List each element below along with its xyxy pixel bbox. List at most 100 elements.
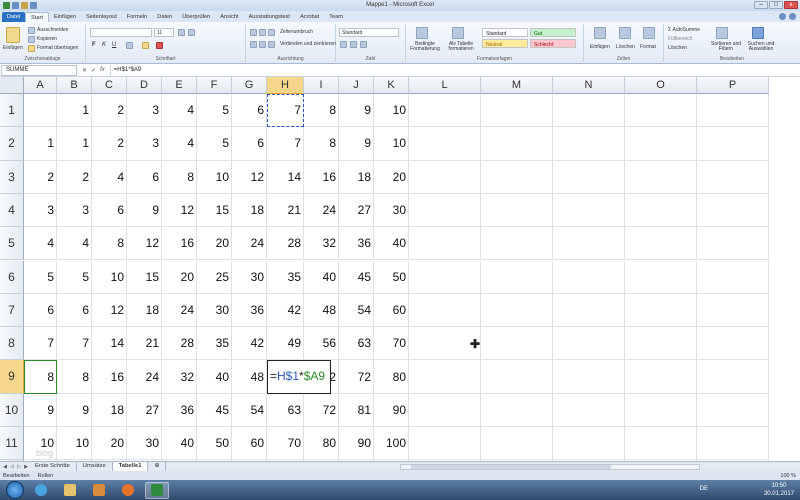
cell-a10[interactable]: 9 <box>24 393 57 427</box>
taskbar-firefox[interactable] <box>116 482 140 499</box>
cell-b5[interactable]: 4 <box>57 227 92 261</box>
column-header-h[interactable]: H <box>267 77 304 94</box>
cell-m10[interactable] <box>481 393 553 427</box>
tab-formulas[interactable]: Formeln <box>122 12 153 22</box>
row-header-1[interactable]: 1 <box>0 94 24 128</box>
next-sheet-icon[interactable]: ▷ <box>16 464 22 470</box>
cell-n3[interactable] <box>553 160 625 194</box>
cell-n11[interactable] <box>553 427 625 461</box>
cell-a3[interactable]: 2 <box>24 160 57 194</box>
tab-data[interactable]: Daten <box>152 12 177 22</box>
grow-font-icon[interactable] <box>178 29 185 36</box>
ribbon-minimize-icon[interactable] <box>789 13 796 20</box>
cell-g8[interactable]: 42 <box>232 327 267 361</box>
cell-b2[interactable]: 1 <box>57 127 92 161</box>
cell-a1[interactable] <box>24 94 57 128</box>
cell-g6[interactable]: 30 <box>232 260 267 294</box>
autosum-button[interactable]: Σ AutoSumme <box>668 27 700 33</box>
cell-e1[interactable]: 4 <box>162 94 197 128</box>
clear-button[interactable]: Löschen <box>668 45 687 51</box>
cell-k10[interactable]: 90 <box>374 393 409 427</box>
format-cells-button[interactable]: Format <box>640 44 656 50</box>
tab-page-layout[interactable]: Seitenlayout <box>81 12 122 22</box>
cell-b1[interactable]: 1 <box>57 94 92 128</box>
cell-i6[interactable]: 40 <box>304 260 339 294</box>
column-header-m[interactable]: M <box>481 77 553 94</box>
cell-f11[interactable]: 50 <box>197 427 232 461</box>
fill-button[interactable]: Füllbereich <box>668 36 692 42</box>
cell-j4[interactable]: 27 <box>339 193 374 228</box>
cell-e4[interactable]: 12 <box>162 193 197 228</box>
cell-c4[interactable]: 6 <box>92 193 127 228</box>
maximize-button[interactable]: □ <box>769 1 783 9</box>
cell-h6[interactable]: 35 <box>267 260 304 294</box>
cell-e2[interactable]: 4 <box>162 127 197 161</box>
cell-d8[interactable]: 21 <box>127 327 162 361</box>
align-right-icon[interactable] <box>268 41 275 48</box>
cell-i1[interactable]: 8 <box>304 94 339 128</box>
cell-b7[interactable]: 6 <box>57 293 92 328</box>
sheet-tab-umsaetze[interactable]: Umsätze <box>77 462 113 471</box>
cell-f3[interactable]: 10 <box>197 160 232 194</box>
style-neutral[interactable]: Neutral <box>482 39 528 48</box>
cell-j1[interactable]: 9 <box>339 94 374 128</box>
tab-start[interactable]: Start <box>25 12 49 22</box>
align-middle-icon[interactable] <box>259 29 266 36</box>
cell-e8[interactable]: 28 <box>162 327 197 361</box>
cell-f1[interactable]: 5 <box>197 94 232 128</box>
cell-d3[interactable]: 6 <box>127 160 162 194</box>
cell-h8[interactable]: 49 <box>267 327 304 361</box>
cell-d1[interactable]: 3 <box>127 94 162 128</box>
cell-g1[interactable]: 6 <box>232 94 267 128</box>
cell-j8[interactable]: 63 <box>339 327 374 361</box>
cell-a5[interactable]: 4 <box>24 227 57 261</box>
font-name-select[interactable] <box>90 28 152 37</box>
cell-k2[interactable]: 10 <box>374 127 409 161</box>
fill-color-icon[interactable] <box>142 42 149 49</box>
cell-a2[interactable]: 1 <box>24 127 57 161</box>
column-header-f[interactable]: F <box>197 77 232 94</box>
cell-g11[interactable]: 60 <box>232 427 267 461</box>
taskbar-excel[interactable] <box>145 481 169 499</box>
column-header-k[interactable]: K <box>374 77 409 94</box>
cell-c10[interactable]: 18 <box>92 393 127 427</box>
cell-f6[interactable]: 25 <box>197 260 232 294</box>
bold-button[interactable]: F <box>92 42 96 48</box>
cell-m8[interactable] <box>481 327 553 361</box>
row-header-2[interactable]: 2 <box>0 127 24 161</box>
cell-p2[interactable] <box>697 127 769 161</box>
cell-m2[interactable] <box>481 127 553 161</box>
cell-h10[interactable]: 63 <box>267 393 304 427</box>
zoom-level[interactable]: 100 % <box>780 473 796 479</box>
cell-h4[interactable]: 21 <box>267 193 304 228</box>
delete-cells-button[interactable]: Löschen <box>616 44 635 50</box>
cell-p3[interactable] <box>697 160 769 194</box>
cell-l9[interactable] <box>409 360 481 394</box>
row-header-9[interactable]: 9 <box>0 360 24 394</box>
cell-l2[interactable] <box>409 127 481 161</box>
cell-l1[interactable] <box>409 94 481 128</box>
cell-g4[interactable]: 18 <box>232 193 267 228</box>
cell-p7[interactable] <box>697 293 769 328</box>
align-center-icon[interactable] <box>259 41 266 48</box>
cell-m5[interactable] <box>481 227 553 261</box>
cell-p10[interactable] <box>697 393 769 427</box>
cell-n8[interactable] <box>553 327 625 361</box>
cell-f4[interactable]: 15 <box>197 193 232 228</box>
find-select-button[interactable]: Suchen und Auswählen <box>744 42 778 52</box>
cell-c1[interactable]: 2 <box>92 94 127 128</box>
cell-j9[interactable]: 72 <box>339 360 374 394</box>
cell-i8[interactable]: 56 <box>304 327 339 361</box>
language-indicator[interactable]: DE <box>700 486 708 492</box>
insert-function-button[interactable]: fx <box>100 67 105 74</box>
cell-k9[interactable]: 80 <box>374 360 409 394</box>
cell-l5[interactable] <box>409 227 481 261</box>
cell-j6[interactable]: 45 <box>339 260 374 294</box>
formula-input[interactable]: =H$1*$A9 <box>109 64 800 76</box>
cell-e6[interactable]: 20 <box>162 260 197 294</box>
cell-p9[interactable] <box>697 360 769 394</box>
cell-d9[interactable]: 24 <box>127 360 162 394</box>
cell-m3[interactable] <box>481 160 553 194</box>
cell-f8[interactable]: 35 <box>197 327 232 361</box>
cell-o4[interactable] <box>625 193 697 228</box>
